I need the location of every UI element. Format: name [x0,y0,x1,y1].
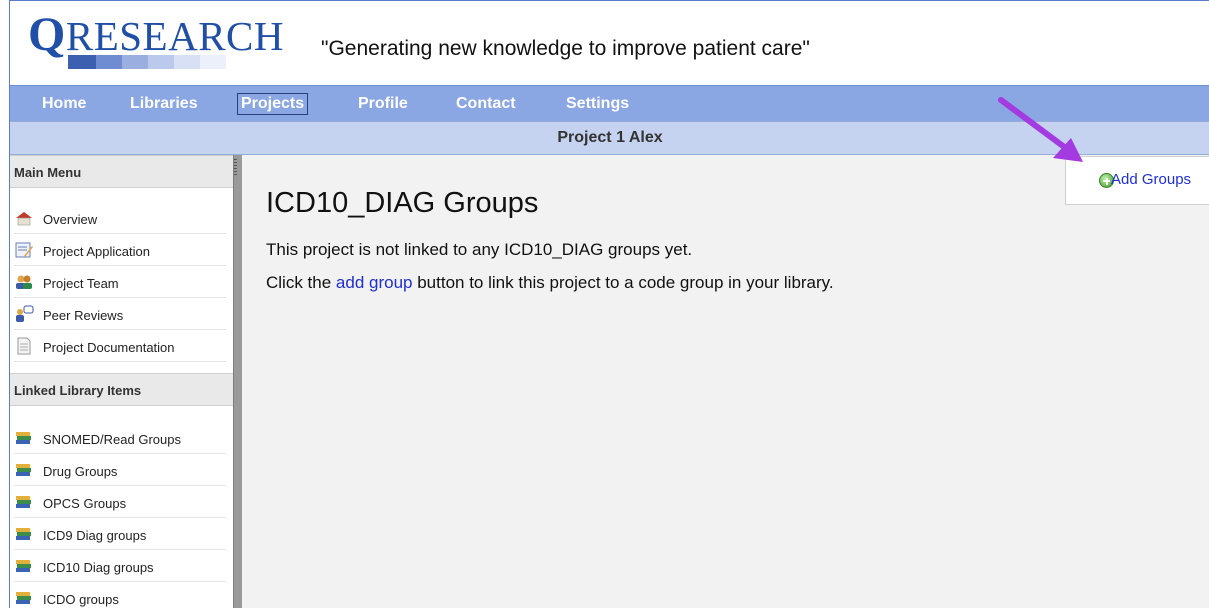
nav-contact[interactable]: Contact [452,93,520,115]
nav-home[interactable]: Home [38,93,90,115]
sidebar-item-peer-reviews[interactable]: Peer Reviews [14,299,226,330]
tagline: "Generating new knowledge to improve pat… [321,37,810,60]
sidebar-item-drug-groups[interactable]: Drug Groups [14,455,226,486]
app-frame: QRESEARCH "Generating new knowledge to i… [9,0,1209,608]
books-icon [16,592,31,604]
sidebar-section-linked-library-items: Linked Library Items [10,373,233,406]
sidebar-item-label: Peer Reviews [43,308,124,323]
sidebar-section-main-menu: Main Menu [10,155,233,188]
books-icon [16,432,31,444]
sidebar-item-icd9-diag-groups[interactable]: ICD9 Diag groups [14,519,226,550]
sidebar-item-icdo-groups[interactable]: ICDO groups [14,583,226,608]
site-header: QRESEARCH "Generating new knowledge to i… [10,1,1209,85]
sidebar-item-opcs-groups[interactable]: OPCS Groups [14,487,226,518]
sidebar-item-label: Project Application [43,244,150,259]
logo-gradient-bar [68,55,226,69]
books-icon [16,560,31,572]
nav-projects[interactable]: Projects [237,93,309,115]
sidebar-item-label: Project Team [43,276,119,291]
sidebar-item-snomed-read-groups[interactable]: SNOMED/Read Groups [14,423,226,454]
main-content: ICD10_DIAG Groups This project is not li… [242,155,1209,608]
nav-libraries[interactable]: Libraries [126,93,202,115]
document-icon [17,337,31,355]
sidebar-item-project-documentation[interactable]: Project Documentation [14,331,226,362]
sidebar-item-label: ICD9 Diag groups [43,528,147,543]
nav-settings[interactable]: Settings [562,93,633,115]
add-groups-label: Add Groups [1111,171,1192,188]
books-icon [16,496,31,508]
sidebar-item-project-application[interactable]: Project Application [14,235,226,266]
team-icon [16,275,32,289]
empty-state-message: This project is not linked to any ICD10_… [266,240,693,259]
logo-wordmark: QRESEARCH [28,8,284,61]
add-group-link[interactable]: add group [336,273,413,292]
books-icon [16,528,31,540]
sidebar-item-label: Drug Groups [43,464,118,479]
sidebar-item-label: ICDO groups [43,592,119,607]
sidebar-splitter[interactable] [233,155,242,608]
sidebar-item-overview[interactable]: Overview [14,203,226,234]
sidebar-item-label: SNOMED/Read Groups [43,432,181,447]
house-icon [16,212,32,226]
sidebar-item-label: OPCS Groups [43,496,127,511]
page-title: ICD10_DIAG Groups [266,187,539,219]
sidebar-item-project-team[interactable]: Project Team [14,267,226,298]
pointer-arrow-icon [998,97,1083,162]
sidebar-item-label: Project Documentation [43,340,175,355]
sidebar-item-icd10-diag-groups[interactable]: ICD10 Diag groups [14,551,226,582]
sidebar: Main Menu Overview Project Application P… [10,155,233,608]
splitter-grip-icon[interactable] [234,159,237,175]
qresearch-logo[interactable]: QRESEARCH [28,11,283,73]
sidebar-item-label: Overview [43,212,98,227]
reviewer-icon [16,305,34,322]
books-icon [16,464,31,476]
sidebar-item-label: ICD10 Diag groups [43,560,154,575]
instruction-message: Click the add group button to link this … [266,273,834,292]
edit-form-icon [15,242,33,258]
nav-profile[interactable]: Profile [354,93,412,115]
